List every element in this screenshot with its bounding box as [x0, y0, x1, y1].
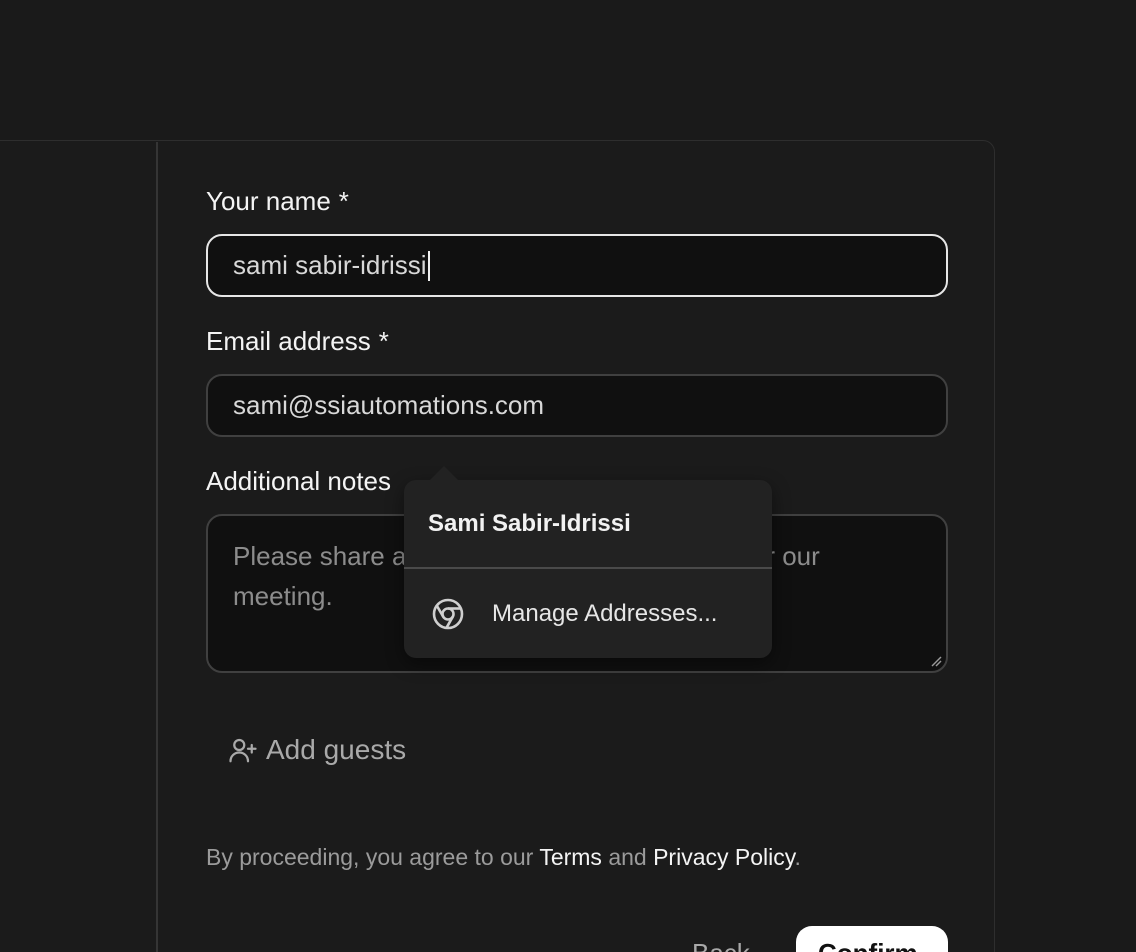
text-caret: [427, 250, 430, 281]
privacy-policy-link[interactable]: Privacy Policy: [653, 844, 794, 870]
name-label: Your name *: [206, 186, 349, 216]
email-input-value: sami@ssiautomations.com: [233, 390, 545, 420]
autofill-suggestion[interactable]: Sami Sabir-Idrissi: [428, 510, 631, 538]
terms-link[interactable]: Terms: [539, 844, 602, 870]
legal-notice: By proceeding, you agree to our Terms an…: [206, 844, 801, 870]
add-guests-button[interactable]: Add guests: [228, 734, 406, 766]
autofill-popup: Sami Sabir-Idrissi Manage Addresses...: [404, 466, 772, 658]
resize-grip-icon[interactable]: [930, 655, 942, 667]
email-label: Email address *: [206, 326, 389, 356]
chrome-icon: [432, 598, 464, 630]
user-plus-icon: [229, 738, 257, 763]
notes-label: Additional notes: [206, 466, 392, 496]
add-guests-label: Add guests: [266, 734, 407, 765]
panel-divider: [156, 142, 158, 952]
required-marker: *: [338, 186, 349, 216]
popup-divider: [404, 567, 772, 569]
popup-arrow: [430, 466, 458, 480]
name-input[interactable]: sami sabir-idrissi: [206, 234, 948, 297]
booking-page: Your name * sami sabir-idrissi Email addr…: [0, 0, 1136, 952]
manage-addresses-item[interactable]: Manage Addresses...: [432, 598, 717, 630]
manage-addresses-label: Manage Addresses...: [492, 600, 718, 627]
back-button[interactable]: Back: [692, 938, 750, 952]
confirm-button[interactable]: Confirm: [796, 926, 948, 952]
required-marker: *: [378, 326, 389, 356]
name-input-value: sami sabir-idrissi: [233, 250, 427, 280]
email-input[interactable]: sami@ssiautomations.com: [206, 374, 948, 437]
